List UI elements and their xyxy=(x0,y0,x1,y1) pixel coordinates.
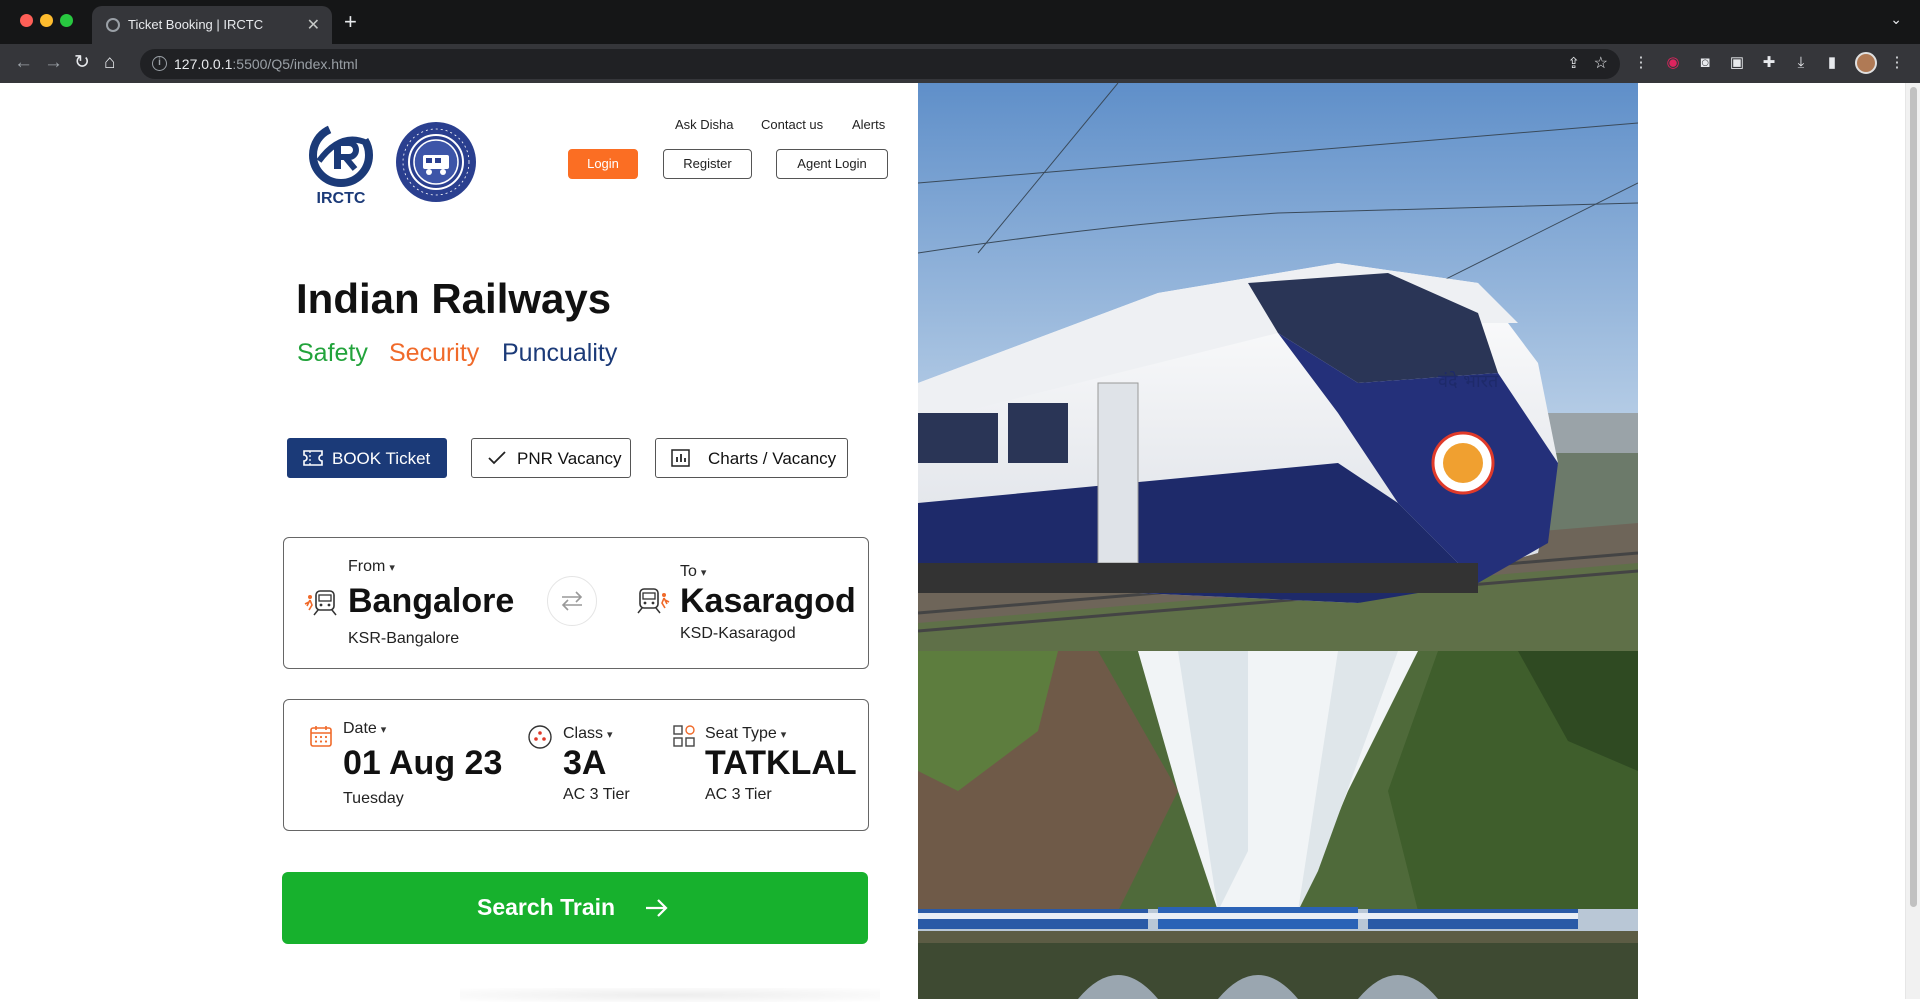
tagline-safety: Safety xyxy=(297,339,368,367)
to-label[interactable]: To ▾ xyxy=(680,563,706,581)
from-label[interactable]: From ▾ xyxy=(348,558,395,576)
hero-image-panel: वंदे भारत xyxy=(918,83,1638,999)
browser-tab[interactable]: Ticket Booking | IRCTC ✕ xyxy=(92,6,332,44)
tab-bar: Ticket Booking | IRCTC ✕ + ⌄ xyxy=(0,0,1920,44)
footer-shadow xyxy=(460,988,880,1002)
dudhsagar-waterfall-image xyxy=(918,651,1638,999)
route-card: From ▾ Bangalore KSR-Bangalore To ▾ Kasara… xyxy=(283,537,869,669)
browser-toolbar: ← → ↻ ⌂ i 127.0.0.1:5500/Q5/index.html ⇪… xyxy=(0,44,1920,83)
profile-avatar[interactable] xyxy=(1855,52,1877,74)
class-value[interactable]: 3A xyxy=(563,744,606,783)
date-day: Tuesday xyxy=(343,790,404,807)
class-description: AC 3 Tier xyxy=(563,786,630,803)
seat-type-description: AC 3 Tier xyxy=(705,786,772,803)
ticket-icon xyxy=(303,450,323,466)
class-icon xyxy=(528,725,552,749)
search-train-button[interactable]: Search Train xyxy=(282,872,868,944)
puzzle-icon[interactable]: ✚ xyxy=(1760,54,1778,72)
url-text[interactable]: 127.0.0.1:5500/Q5/index.html xyxy=(174,56,358,72)
info-icon[interactable]: i xyxy=(152,56,167,71)
download-icon[interactable]: ⤓ xyxy=(1792,54,1810,72)
charts-vacancy-label: Charts / Vacancy xyxy=(708,449,837,468)
home-button[interactable]: ⌂ xyxy=(104,52,115,74)
page-scrollbar[interactable] xyxy=(1905,83,1920,999)
agent-login-button[interactable]: Agent Login xyxy=(776,149,888,179)
svg-text:IRCTC: IRCTC xyxy=(317,190,366,207)
chevron-down-icon[interactable]: ⌄ xyxy=(1890,11,1902,28)
to-station-code: KSD-Kasaragod xyxy=(680,625,796,642)
seat-type-value[interactable]: TATKLAL xyxy=(705,744,857,783)
swap-stations-button[interactable] xyxy=(547,576,597,626)
bar-chart-icon xyxy=(671,449,690,467)
seat-grid-icon xyxy=(673,725,695,747)
maximize-window-button[interactable] xyxy=(60,14,73,27)
to-city[interactable]: Kasaragod xyxy=(680,582,856,621)
seat-type-label[interactable]: Seat Type ▾ xyxy=(705,725,786,743)
date-value[interactable]: 01 Aug 23 xyxy=(343,744,502,783)
from-city[interactable]: Bangalore xyxy=(348,582,514,621)
check-icon xyxy=(488,451,506,465)
chevron-down-icon: ▾ xyxy=(380,724,387,736)
more-menu-icon[interactable]: ⋮ xyxy=(1888,54,1906,72)
train-departure-icon xyxy=(304,590,337,616)
from-station-code: KSR-Bangalore xyxy=(348,630,460,647)
chevron-down-icon: ▾ xyxy=(607,729,613,741)
bot-extension-icon[interactable]: ▣ xyxy=(1728,54,1746,72)
pnr-vacancy-button[interactable]: PNR Vacancy xyxy=(471,438,631,478)
svg-text:वंदे भारत: वंदे भारत xyxy=(1438,370,1499,392)
search-train-label: Search Train xyxy=(477,894,616,920)
browser-chrome: Ticket Booking | IRCTC ✕ + ⌄ ← → ↻ ⌂ i 1… xyxy=(0,0,1920,83)
address-bar[interactable]: i 127.0.0.1:5500/Q5/index.html ⇪ ☆ xyxy=(140,49,1620,79)
contact-us-link[interactable]: Contact us xyxy=(761,117,823,132)
sidebar-icon[interactable]: ▮ xyxy=(1823,54,1841,72)
register-button[interactable]: Register xyxy=(663,149,752,179)
indian-railways-logo[interactable] xyxy=(395,121,477,203)
pnr-vacancy-label: PNR Vacancy xyxy=(517,449,622,468)
scrollbar-thumb[interactable] xyxy=(1910,87,1917,907)
page-title: Indian Railways xyxy=(296,275,612,322)
reload-button[interactable]: ↻ xyxy=(74,52,90,74)
tab-title: Ticket Booking | IRCTC xyxy=(128,17,264,32)
vande-bharat-train-image: वंदे भारत xyxy=(918,83,1638,651)
date-label[interactable]: Date ▾ xyxy=(343,720,386,738)
tagline-punctuality: Puncuality xyxy=(502,339,618,367)
ask-disha-link[interactable]: Ask Disha xyxy=(675,117,734,132)
record-extension-icon[interactable]: ◉ xyxy=(1664,54,1682,72)
alerts-link[interactable]: Alerts xyxy=(852,117,885,132)
close-window-button[interactable] xyxy=(20,14,33,27)
bookmark-star-icon[interactable]: ☆ xyxy=(1594,53,1608,73)
new-tab-button[interactable]: + xyxy=(344,9,357,35)
book-ticket-button[interactable]: BOOK Ticket xyxy=(287,438,447,478)
chevron-down-icon: ▾ xyxy=(389,562,395,574)
camera-extension-icon[interactable]: ◙ xyxy=(1696,54,1714,72)
irctc-logo[interactable]: IRCTC xyxy=(301,121,381,207)
arrow-right-icon xyxy=(646,899,668,917)
tagline-security: Security xyxy=(389,339,480,367)
forward-button[interactable]: → xyxy=(44,52,63,74)
charts-vacancy-button[interactable]: Charts / Vacancy xyxy=(655,438,848,478)
calendar-icon xyxy=(310,726,332,747)
extension-icon[interactable]: ⋮ xyxy=(1632,54,1650,72)
page: IRCTC Ask Disha Contact us Alerts Login … xyxy=(0,83,1920,1002)
swap-arrows-icon xyxy=(561,591,583,611)
book-ticket-label: BOOK Ticket xyxy=(332,449,431,468)
share-icon[interactable]: ⇪ xyxy=(1567,54,1580,72)
chevron-down-icon: ▾ xyxy=(700,567,707,579)
back-button[interactable]: ← xyxy=(14,52,33,74)
close-icon[interactable]: ✕ xyxy=(307,15,320,35)
train-arrival-icon xyxy=(637,588,670,614)
login-button[interactable]: Login xyxy=(568,149,638,179)
class-label[interactable]: Class ▾ xyxy=(563,725,613,743)
minimize-window-button[interactable] xyxy=(40,14,53,27)
journey-details-card: Date ▾ 01 Aug 23 Tuesday Class ▾ 3A AC 3 T… xyxy=(283,699,869,831)
chevron-down-icon: ▾ xyxy=(780,729,787,741)
globe-icon xyxy=(106,18,120,32)
